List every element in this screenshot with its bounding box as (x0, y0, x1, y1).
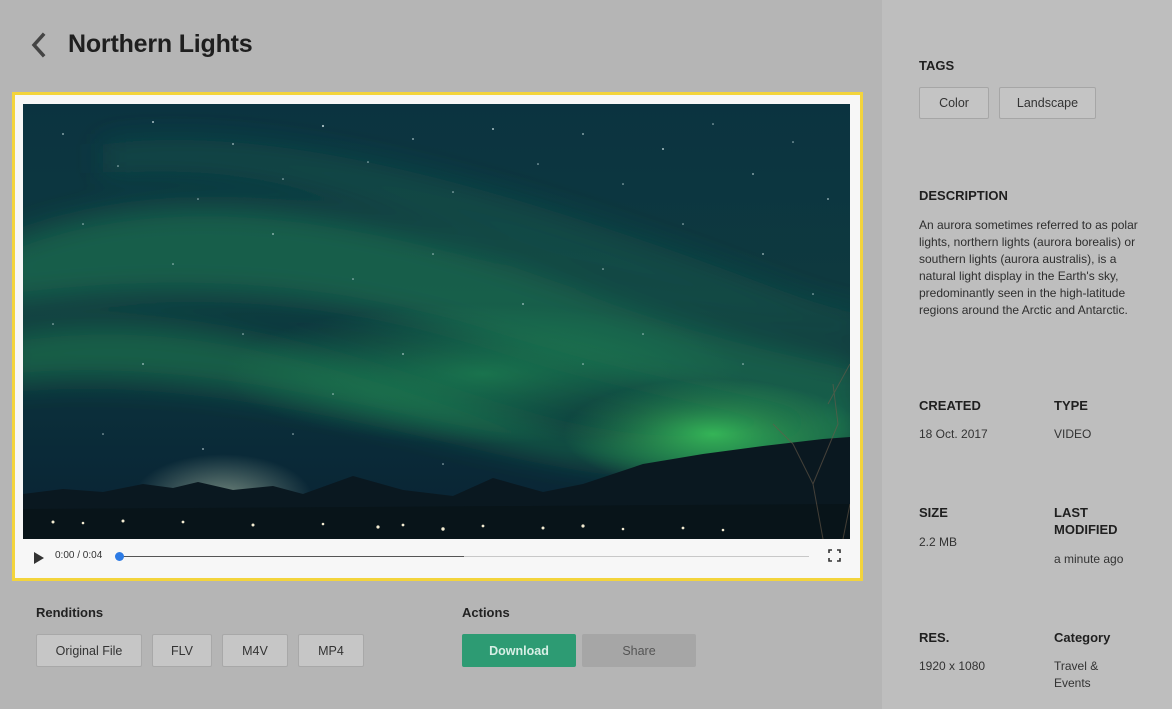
play-button[interactable] (34, 551, 44, 569)
tags-label: TAGS (919, 58, 955, 73)
last-modified-value: a minute ago (1054, 552, 1124, 566)
description-label: DESCRIPTION (919, 188, 1008, 203)
created-value: 18 Oct. 2017 (919, 427, 988, 441)
back-button[interactable] (28, 31, 50, 59)
chevron-left-icon (31, 32, 46, 58)
video-controls: 0:00 / 0:04 (23, 543, 850, 571)
tag-color[interactable]: Color (919, 87, 989, 119)
description-text: An aurora sometimes referred to as polar… (919, 218, 1138, 317)
type-label: TYPE (1054, 398, 1088, 413)
download-button[interactable]: Download (462, 634, 576, 667)
renditions-label: Renditions (36, 605, 104, 620)
rendition-flv-button[interactable]: FLV (152, 634, 212, 667)
fullscreen-icon (828, 549, 841, 562)
size-label: SIZE (919, 505, 948, 520)
resolution-value: 1920 x 1080 (919, 659, 986, 673)
video-frame[interactable] (23, 104, 850, 539)
type-value: VIDEO (1054, 427, 1092, 441)
seek-bar[interactable] (115, 552, 809, 561)
seek-thumb[interactable] (115, 552, 124, 561)
main-panel: Northern Lights 0:00 / 0:04 Renditions O… (0, 0, 882, 709)
actions-label: Actions (462, 605, 510, 620)
last-modified-label: LAST MODIFIED (1054, 505, 1118, 537)
category-value: Travel & Events (1054, 659, 1099, 690)
aurora-video-image (23, 104, 850, 539)
size-value: 2.2 MB (919, 535, 958, 549)
rendition-mp4-button[interactable]: MP4 (298, 634, 364, 667)
rendition-m4v-button[interactable]: M4V (222, 634, 288, 667)
rendition-original-button[interactable]: Original File (36, 634, 142, 667)
share-button[interactable]: Share (582, 634, 696, 667)
fullscreen-button[interactable] (828, 549, 841, 567)
category-label: Category (1054, 630, 1111, 645)
details-sidebar: TAGS Color Landscape DESCRIPTION An auro… (882, 0, 1172, 709)
video-timestamp: 0:00 / 0:04 (55, 550, 103, 561)
page-title: Northern Lights (68, 30, 253, 58)
play-icon (34, 552, 44, 564)
tag-landscape[interactable]: Landscape (999, 87, 1096, 119)
video-player: 0:00 / 0:04 (12, 92, 863, 581)
resolution-label: RES. (919, 630, 950, 645)
seek-buffered (119, 556, 464, 557)
created-label: CREATED (919, 398, 981, 413)
